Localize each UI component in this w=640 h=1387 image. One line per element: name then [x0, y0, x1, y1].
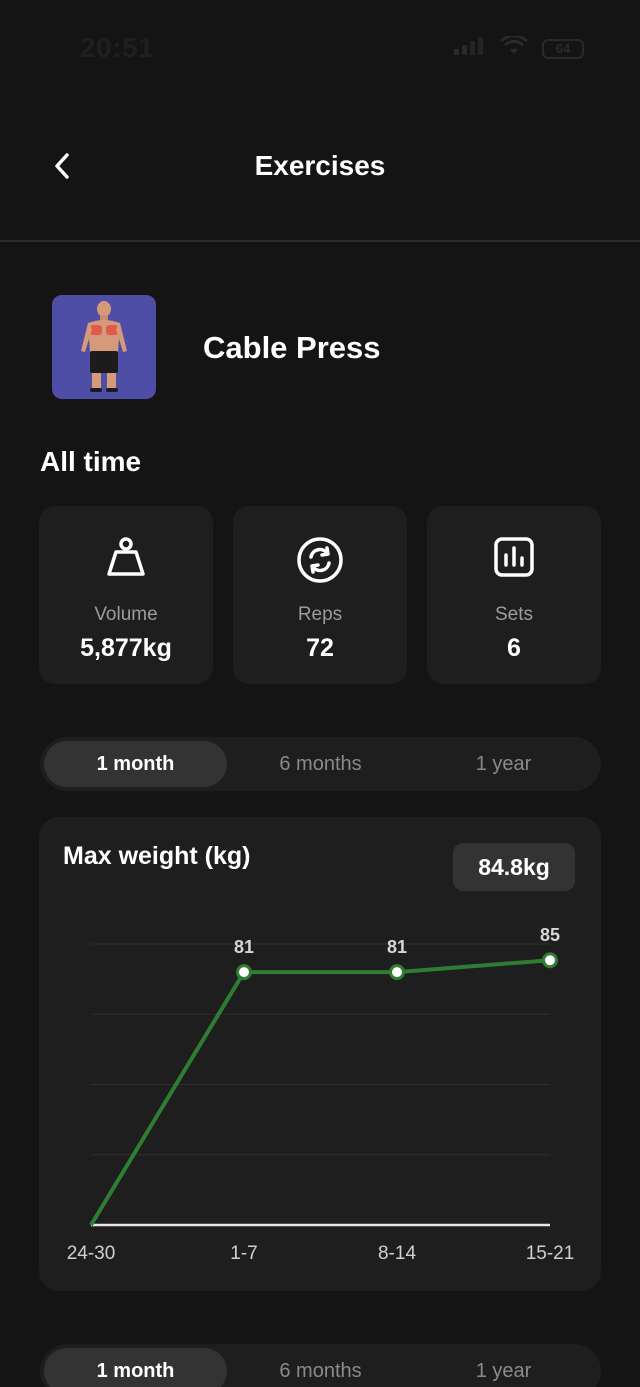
range-segmented-control: 1 month 6 months 1 year [40, 737, 601, 791]
stat-label: Reps [297, 604, 343, 625]
stat-value: 6 [507, 634, 521, 662]
range-tab-1-month[interactable]: 1 month [44, 741, 227, 787]
signal-icon [454, 37, 486, 60]
range-tab-1-month[interactable]: 1 month [44, 1348, 227, 1387]
wifi-icon [499, 34, 529, 61]
chart-series-line [89, 958, 551, 1227]
range-tab-1-year[interactable]: 1 year [412, 741, 595, 787]
chart-x-tick-label: 24-30 [67, 1243, 116, 1264]
exercise-name: Cable Press [203, 330, 381, 365]
chart-data-label: 81 [387, 937, 407, 957]
range-tab-1-year[interactable]: 1 year [412, 1348, 595, 1387]
exercise-thumbnail [52, 295, 156, 399]
chart-point [389, 964, 405, 981]
stat-label: Volume [94, 604, 158, 625]
status-time: 20:51 [80, 32, 155, 63]
range-tab-6-months[interactable]: 6 months [229, 1348, 412, 1387]
chart-x-tick-label: 8-14 [378, 1243, 416, 1264]
chart-x-tick-label: 1-7 [230, 1243, 257, 1264]
bar-chart-icon [493, 536, 535, 583]
max-weight-chart-card: Max weight (kg) 84.8kg 24-30 81 1-7 81 8-14 8… [39, 817, 601, 1291]
header-divider [0, 240, 640, 242]
repeat-icon [296, 536, 344, 589]
chart-x-tick-label: 15-21 [526, 1243, 575, 1264]
chart-point [542, 952, 558, 969]
range-tab-6-months[interactable]: 6 months [229, 741, 412, 787]
stat-value: 5,877kg [80, 634, 172, 662]
range-segmented-control-2: 1 month 6 months 1 year [40, 1344, 601, 1387]
chart-point [236, 964, 252, 981]
weight-icon [105, 536, 147, 583]
chart-data-label: 81 [234, 937, 254, 957]
stat-value: 72 [306, 634, 334, 662]
max-weight-line-chart: 24-30 81 1-7 81 8-14 85 15-21 [67, 925, 575, 1264]
status-bar: 20:51 64 [0, 0, 640, 96]
stat-label: Sets [494, 604, 534, 625]
nav-bar: Exercises [0, 120, 640, 212]
page-title: Exercises [254, 150, 386, 181]
chart-data-label: 85 [540, 925, 560, 945]
stat-card-sets: Sets 6 [427, 506, 601, 684]
stat-card-reps: Reps 72 [233, 506, 407, 684]
battery-indicator: 64 [542, 38, 584, 59]
status-icons: 64 [454, 34, 584, 61]
body-figure-icon [81, 301, 127, 392]
stat-card-volume: Volume 5,877kg [39, 506, 213, 684]
section-title-all-time: All time [40, 446, 142, 477]
